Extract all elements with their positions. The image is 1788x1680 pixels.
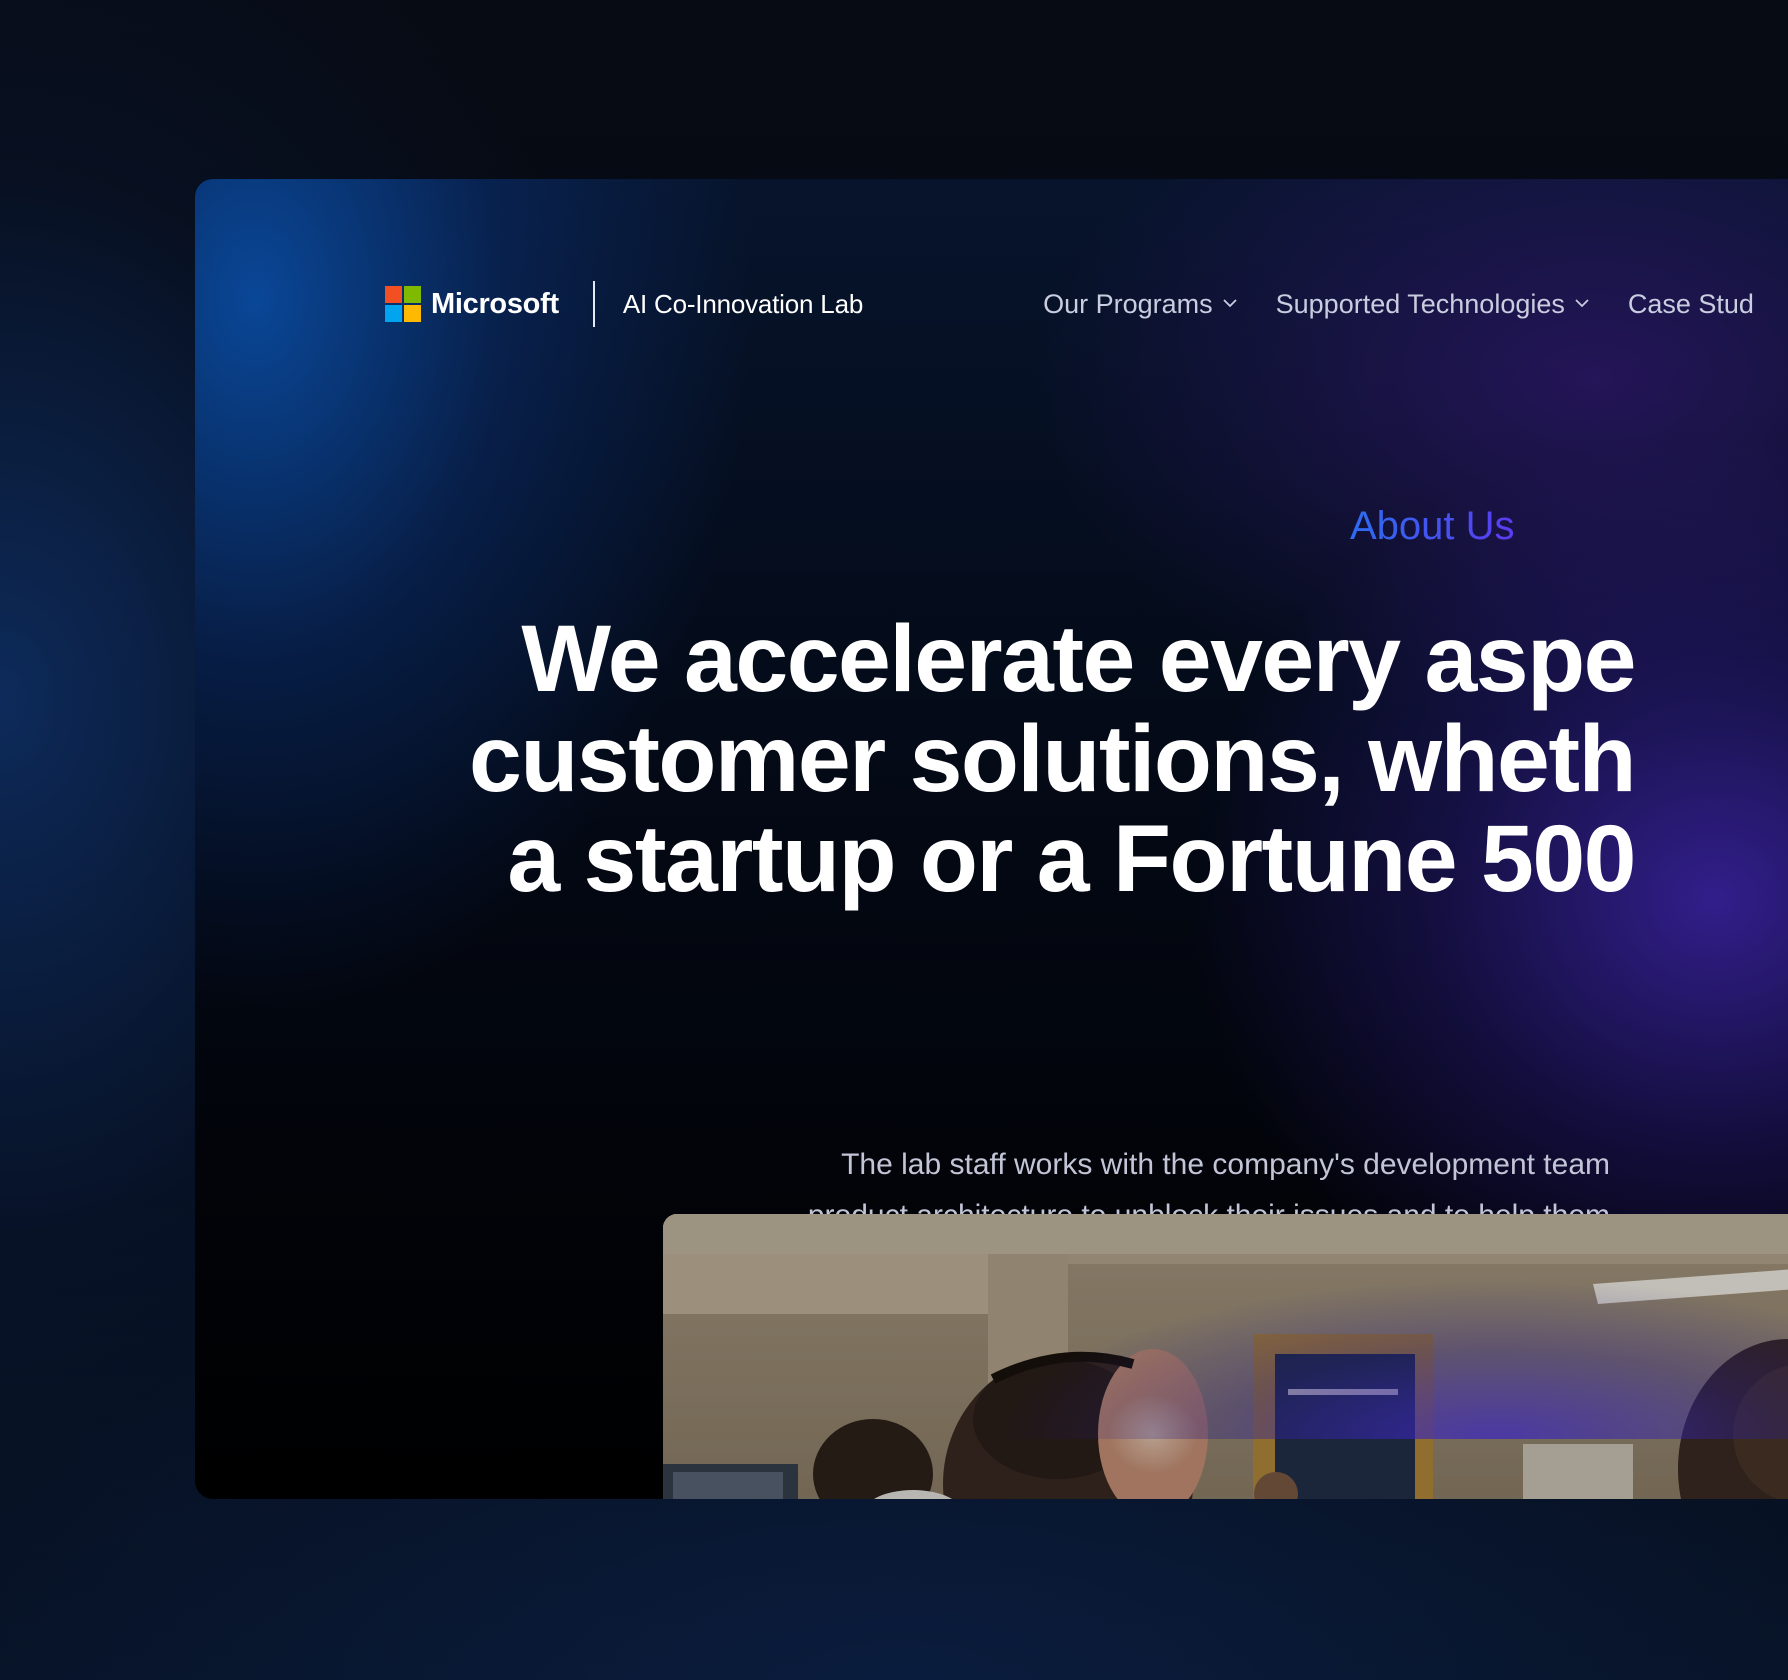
- website-preview-window: Microsoft AI Co-Innovation Lab Our Progr…: [195, 179, 1788, 1499]
- nav-item-our-programs[interactable]: Our Programs: [1043, 288, 1237, 320]
- section-eyebrow: About Us: [1350, 504, 1515, 548]
- nav-links: Our Programs Supported Technologies Case…: [1043, 289, 1788, 320]
- brand-name: Microsoft: [431, 287, 559, 320]
- nav-item-supported-technologies[interactable]: Supported Technologies: [1275, 288, 1589, 320]
- nav-item-label: Case Stud: [1627, 288, 1754, 319]
- headline-line: customer solutions, wheth: [469, 706, 1636, 812]
- headline-line: a startup or a Fortune 500: [507, 806, 1636, 912]
- nav-item-label: Our Programs: [1043, 288, 1213, 319]
- description-line: The lab staff works with the company's d…: [841, 1148, 1610, 1181]
- chevron-down-icon: [1575, 296, 1589, 307]
- hero-headline: We accelerate every aspe customer soluti…: [235, 606, 1636, 912]
- chevron-down-icon: [1223, 296, 1237, 307]
- lab-name: AI Co-Innovation Lab: [622, 288, 864, 319]
- brand-logo-link[interactable]: Microsoft AI Co-Innovation Lab: [385, 279, 863, 329]
- nav-item-case-studies[interactable]: Case Stud: [1628, 289, 1754, 320]
- headline-line: We accelerate every aspe: [521, 606, 1636, 712]
- background: Microsoft AI Co-Innovation Lab Our Progr…: [0, 0, 1788, 1680]
- team-photo: [663, 1214, 1788, 1499]
- brand-divider: [592, 281, 595, 327]
- nav-item-label: Supported Technologies: [1275, 288, 1565, 319]
- microsoft-logo-icon: [385, 286, 421, 322]
- top-navigation: Microsoft AI Co-Innovation Lab Our Progr…: [385, 279, 1788, 329]
